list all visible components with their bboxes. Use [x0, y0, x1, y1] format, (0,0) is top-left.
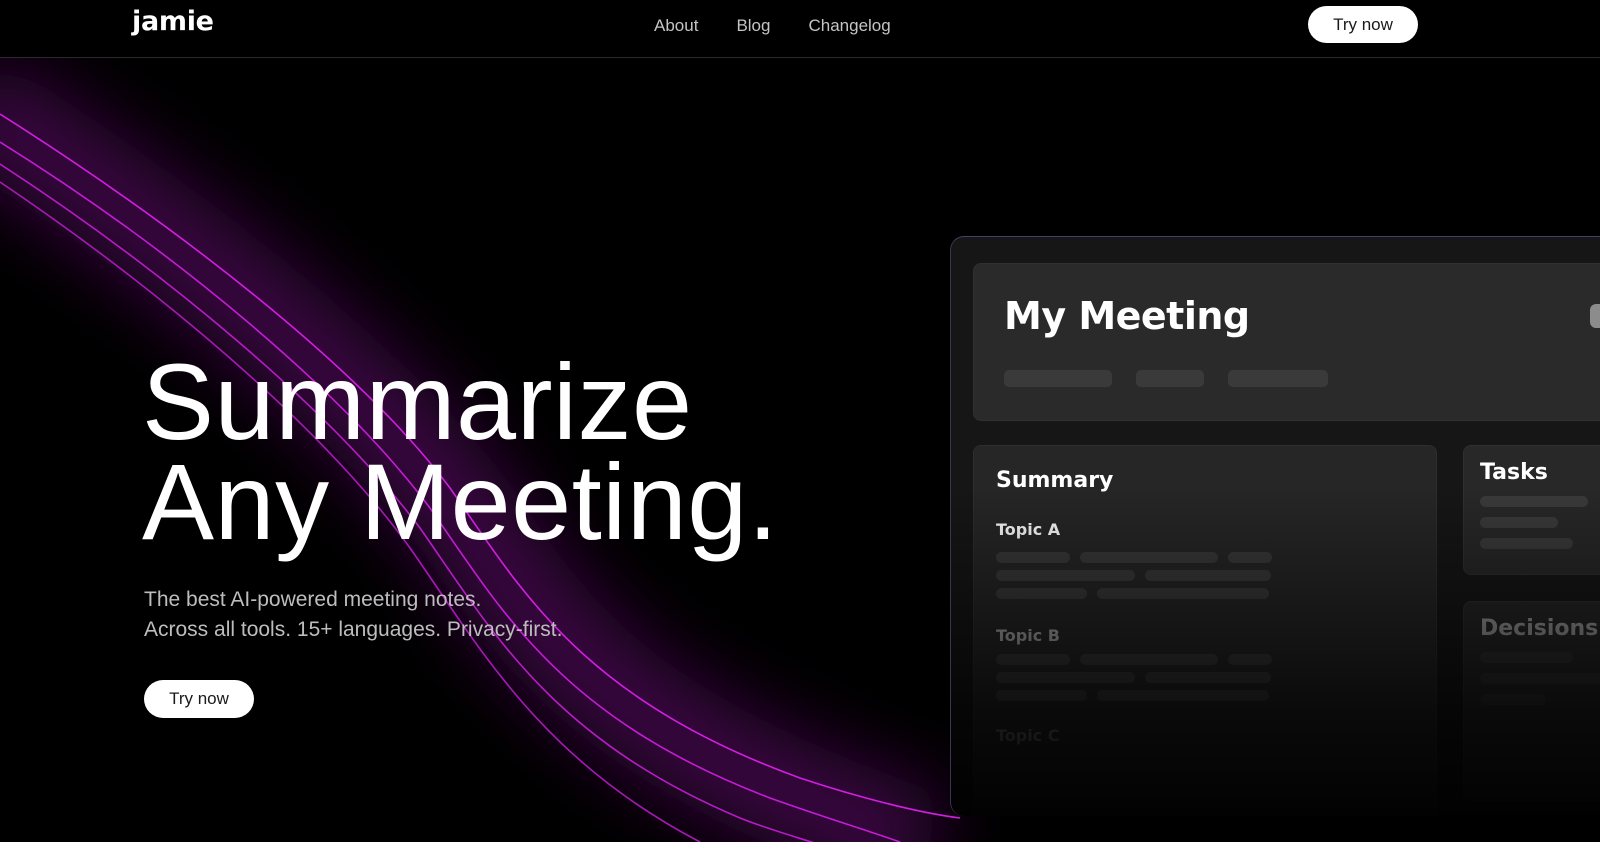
- text-placeholder: [1079, 552, 1219, 563]
- meeting-title: My Meeting: [1004, 294, 1250, 338]
- summary-card: Summary Topic A Topic B Topic C: [973, 445, 1437, 816]
- topic-b-heading: Topic B: [996, 626, 1060, 645]
- decisions-heading: Decisions: [1480, 616, 1599, 641]
- decision-placeholder: [1480, 652, 1573, 663]
- topic-c-heading: Topic C: [996, 726, 1060, 745]
- hero-subtitle-line-2: Across all tools. 15+ languages. Privacy…: [144, 618, 563, 641]
- meeting-action-icon: [1590, 304, 1600, 328]
- tag-placeholder: [1228, 370, 1328, 387]
- text-placeholder: [1097, 588, 1269, 599]
- nav-link-about[interactable]: About: [654, 16, 698, 36]
- hero-try-now-button[interactable]: Try now: [144, 680, 254, 718]
- hero-subtitle: The best AI-powered meeting notes. Acros…: [144, 585, 562, 645]
- top-navigation: jamie About Blog Changelog Try now: [0, 0, 1600, 58]
- text-placeholder: [1228, 654, 1272, 665]
- decisions-card: Decisions: [1463, 601, 1600, 801]
- tasks-card: Tasks: [1463, 445, 1600, 575]
- tasks-placeholder-list: [1480, 496, 1588, 559]
- summary-heading: Summary: [996, 468, 1114, 493]
- text-placeholder: [996, 570, 1135, 581]
- task-placeholder: [1480, 496, 1588, 507]
- task-placeholder: [1480, 538, 1573, 549]
- logo[interactable]: jamie: [132, 6, 214, 37]
- tag-placeholder: [1004, 370, 1112, 387]
- text-placeholder: [996, 552, 1070, 563]
- nav-try-now-button[interactable]: Try now: [1308, 6, 1418, 43]
- text-placeholder: [1079, 654, 1219, 665]
- tasks-heading: Tasks: [1480, 460, 1548, 485]
- hero-subtitle-line-1: The best AI-powered meeting notes.: [144, 588, 482, 611]
- text-placeholder: [1145, 570, 1271, 581]
- text-placeholder: [996, 654, 1070, 665]
- text-placeholder: [1145, 672, 1271, 683]
- text-placeholder: [1228, 552, 1272, 563]
- nav-link-changelog[interactable]: Changelog: [808, 16, 890, 36]
- hero-headline: Summarize Any Meeting.: [142, 341, 779, 562]
- topic-b-text-placeholder: [996, 654, 1272, 708]
- text-placeholder: [996, 672, 1135, 683]
- hero-headline-line-2: Any Meeting.: [142, 441, 779, 562]
- tag-placeholder: [1136, 370, 1204, 387]
- text-placeholder: [996, 588, 1087, 599]
- hero-headline-line-1: Summarize: [142, 341, 693, 462]
- nav-link-blog[interactable]: Blog: [736, 16, 770, 36]
- app-preview-mockup: My Meeting Summary Topic A Topic B Topic…: [950, 236, 1600, 816]
- meeting-header-card: My Meeting: [973, 263, 1600, 421]
- text-placeholder: [1097, 690, 1269, 701]
- task-placeholder: [1480, 517, 1558, 528]
- topic-a-heading: Topic A: [996, 520, 1061, 539]
- text-placeholder: [996, 690, 1087, 701]
- decisions-placeholder-list: [1480, 652, 1600, 715]
- decision-placeholder: [1480, 673, 1600, 684]
- decision-placeholder: [1480, 694, 1546, 705]
- topic-a-text-placeholder: [996, 552, 1272, 606]
- nav-links: About Blog Changelog: [654, 16, 891, 36]
- meeting-tag-placeholders: [1004, 370, 1328, 387]
